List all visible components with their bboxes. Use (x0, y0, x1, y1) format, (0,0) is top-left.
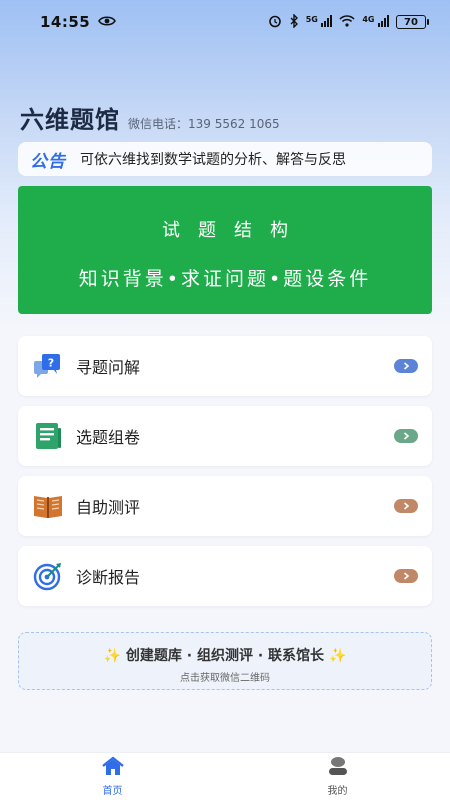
alarm-icon (268, 14, 282, 31)
contact-phone: 微信电话：139 5562 1065 (128, 117, 280, 131)
profile-icon (326, 756, 350, 780)
chevron-right-icon (394, 569, 418, 583)
chevron-right-icon (394, 499, 418, 513)
wifi-icon (339, 14, 355, 30)
signal-5g-icon: 5G (306, 14, 333, 30)
chevron-right-icon (394, 429, 418, 443)
tab-label: 首页 (102, 786, 123, 797)
signal-4g-icon: 4G (362, 14, 389, 30)
app-title: 六维题馆 (20, 106, 120, 134)
tab-label: 我的 (327, 786, 348, 797)
chevron-right-icon (394, 359, 418, 373)
menu-label: 诊断报告 (76, 568, 141, 587)
app-header: 六维题馆 微信电话：139 5562 1065 (20, 100, 280, 135)
document-icon (32, 420, 64, 452)
sparkle-icon: ✨ (328, 648, 347, 664)
tab-home[interactable]: 首页 (0, 753, 225, 800)
promo-sub-text: 点击获取微信二维码 (180, 673, 270, 684)
sparkle-icon: ✨ (103, 648, 122, 664)
bluetooth-icon (289, 12, 299, 31)
notice-badge: 公告 (30, 151, 66, 172)
menu-label: 寻题问解 (76, 358, 141, 377)
menu-item-compose-paper[interactable]: 选题组卷 (18, 406, 432, 466)
notice-text: 可依六维找到数学试题的分析、解答与反思 (80, 152, 346, 168)
promo-main-text: 创建题库 · 组织测评 · 联系馆长 (125, 648, 325, 664)
book-icon (32, 490, 64, 522)
banner-title: 试题结构 (162, 220, 306, 241)
menu-item-diagnosis-report[interactable]: 诊断报告 (18, 546, 432, 606)
status-bar: 14:55 5G 4G 70 (0, 0, 450, 44)
battery-icon: 70 (396, 15, 429, 29)
svg-text:?: ? (48, 357, 54, 370)
home-icon (101, 756, 125, 780)
notice-bar[interactable]: 公告 可依六维找到数学试题的分析、解答与反思 (18, 142, 432, 176)
question-chat-icon: ? (32, 350, 64, 382)
menu-item-search-questions[interactable]: ? 寻题问解 (18, 336, 432, 396)
promo-banner[interactable]: ✨ 创建题库 · 组织测评 · 联系馆长 ✨ 点击获取微信二维码 (18, 632, 432, 690)
menu-label: 选题组卷 (76, 428, 141, 447)
battery-level: 70 (404, 16, 418, 28)
banner-subtitle: 知识背景•求证问题•题设条件 (78, 268, 372, 290)
menu-label: 自助测评 (76, 498, 141, 517)
eye-icon (98, 13, 117, 31)
menu-item-self-assessment[interactable]: 自助测评 (18, 476, 432, 536)
tab-profile[interactable]: 我的 (225, 753, 450, 800)
status-time: 14:55 (40, 13, 91, 31)
banner-card[interactable]: 试题结构 知识背景•求证问题•题设条件 (18, 186, 432, 314)
bottom-tab-bar: 首页 我的 (0, 752, 450, 800)
target-icon (32, 560, 64, 592)
